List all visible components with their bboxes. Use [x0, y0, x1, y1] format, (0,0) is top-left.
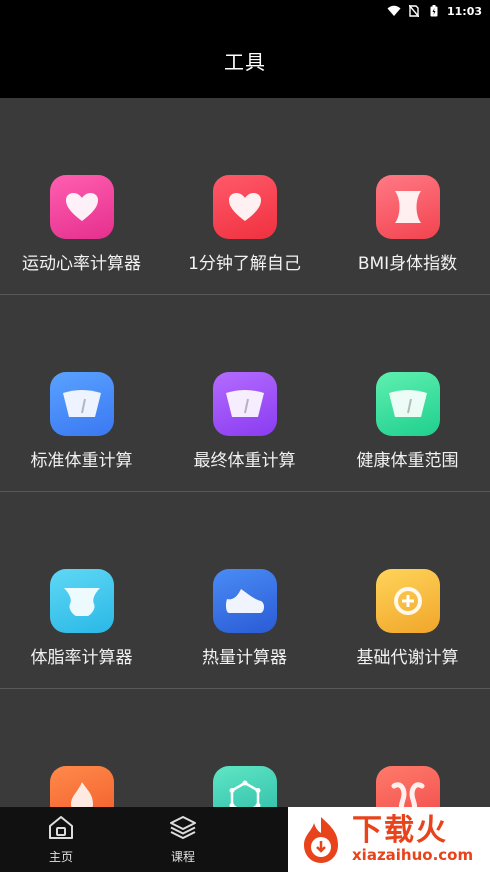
tool-item-bone[interactable] [326, 766, 489, 807]
tab-label: 课程 [170, 850, 195, 864]
watermark-url: xiazaihuo.com [352, 846, 474, 864]
scale-icon [49, 372, 114, 436]
tool-item-bmr[interactable]: 基础代谢计算 [326, 569, 489, 668]
layers-icon [169, 814, 197, 844]
tools-row: 运动心率计算器 1分钟了解自己 BMI身体指数 [0, 98, 490, 295]
tool-item-calorie[interactable]: 热量计算器 [163, 569, 326, 668]
battery-icon [427, 5, 441, 17]
tool-label: 运动心率计算器 [22, 254, 141, 274]
status-time: 11:03 [446, 4, 482, 18]
tool-label: 最终体重计算 [193, 451, 296, 471]
tool-label: 健康体重范围 [356, 451, 459, 471]
tool-label: 体脂率计算器 [30, 648, 133, 668]
tools-grid: 运动心率计算器 1分钟了解自己 BMI身体指数 标准体重计算 最终体重计算 健康… [0, 98, 490, 807]
cycle-icon [375, 569, 440, 633]
status-bar: 11:03 [0, 0, 490, 22]
tools-row: 体脂率计算器 热量计算器 基础代谢计算 [0, 492, 490, 689]
app-bar: 工具 [0, 22, 490, 98]
waist-icon [375, 175, 440, 239]
tools-row: 标准体重计算 最终体重计算 健康体重范围 [0, 295, 490, 492]
tool-item-body-fat[interactable]: 体脂率计算器 [0, 569, 163, 668]
tool-label: 标准体重计算 [30, 451, 133, 471]
bone-icon [375, 766, 440, 807]
tool-label: BMI身体指数 [357, 254, 458, 274]
tab-courses[interactable]: 课程 [122, 807, 244, 872]
tab-home[interactable]: 主页 [0, 807, 122, 872]
tool-item-final-weight[interactable]: 最终体重计算 [163, 372, 326, 471]
tool-item-standard-weight[interactable]: 标准体重计算 [0, 372, 163, 471]
no-sim-icon [407, 5, 421, 17]
hexagon-icon [212, 766, 277, 807]
body-icon [49, 569, 114, 633]
tool-item-heart-rate[interactable]: 运动心率计算器 [0, 175, 163, 274]
tool-item-healthy-weight-range[interactable]: 健康体重范围 [326, 372, 489, 471]
tab-label: 主页 [48, 850, 73, 864]
tool-item-flame[interactable] [0, 766, 163, 807]
flame-icon [49, 766, 114, 807]
watermark-overlay: 下载火 xiazaihuo.com [288, 807, 490, 872]
tool-item-bmi[interactable]: BMI身体指数 [326, 175, 489, 274]
heart-icon [212, 175, 277, 239]
scale-icon [375, 372, 440, 436]
shoe-icon [212, 569, 277, 633]
home-icon [47, 814, 75, 844]
flame-logo-icon [304, 816, 338, 863]
wifi-icon [387, 5, 401, 17]
tool-label: 1分钟了解自己 [188, 254, 301, 274]
scale-icon [212, 372, 277, 436]
tool-item-know-yourself[interactable]: 1分钟了解自己 [163, 175, 326, 274]
page-title: 工具 [224, 49, 266, 74]
tool-label: 热量计算器 [202, 648, 287, 668]
tool-label: 基础代谢计算 [356, 648, 459, 668]
heart-icon [49, 175, 114, 239]
tool-item-hexagon[interactable] [163, 766, 326, 807]
tools-row [0, 689, 490, 807]
watermark-title: 下载火 [352, 813, 448, 848]
